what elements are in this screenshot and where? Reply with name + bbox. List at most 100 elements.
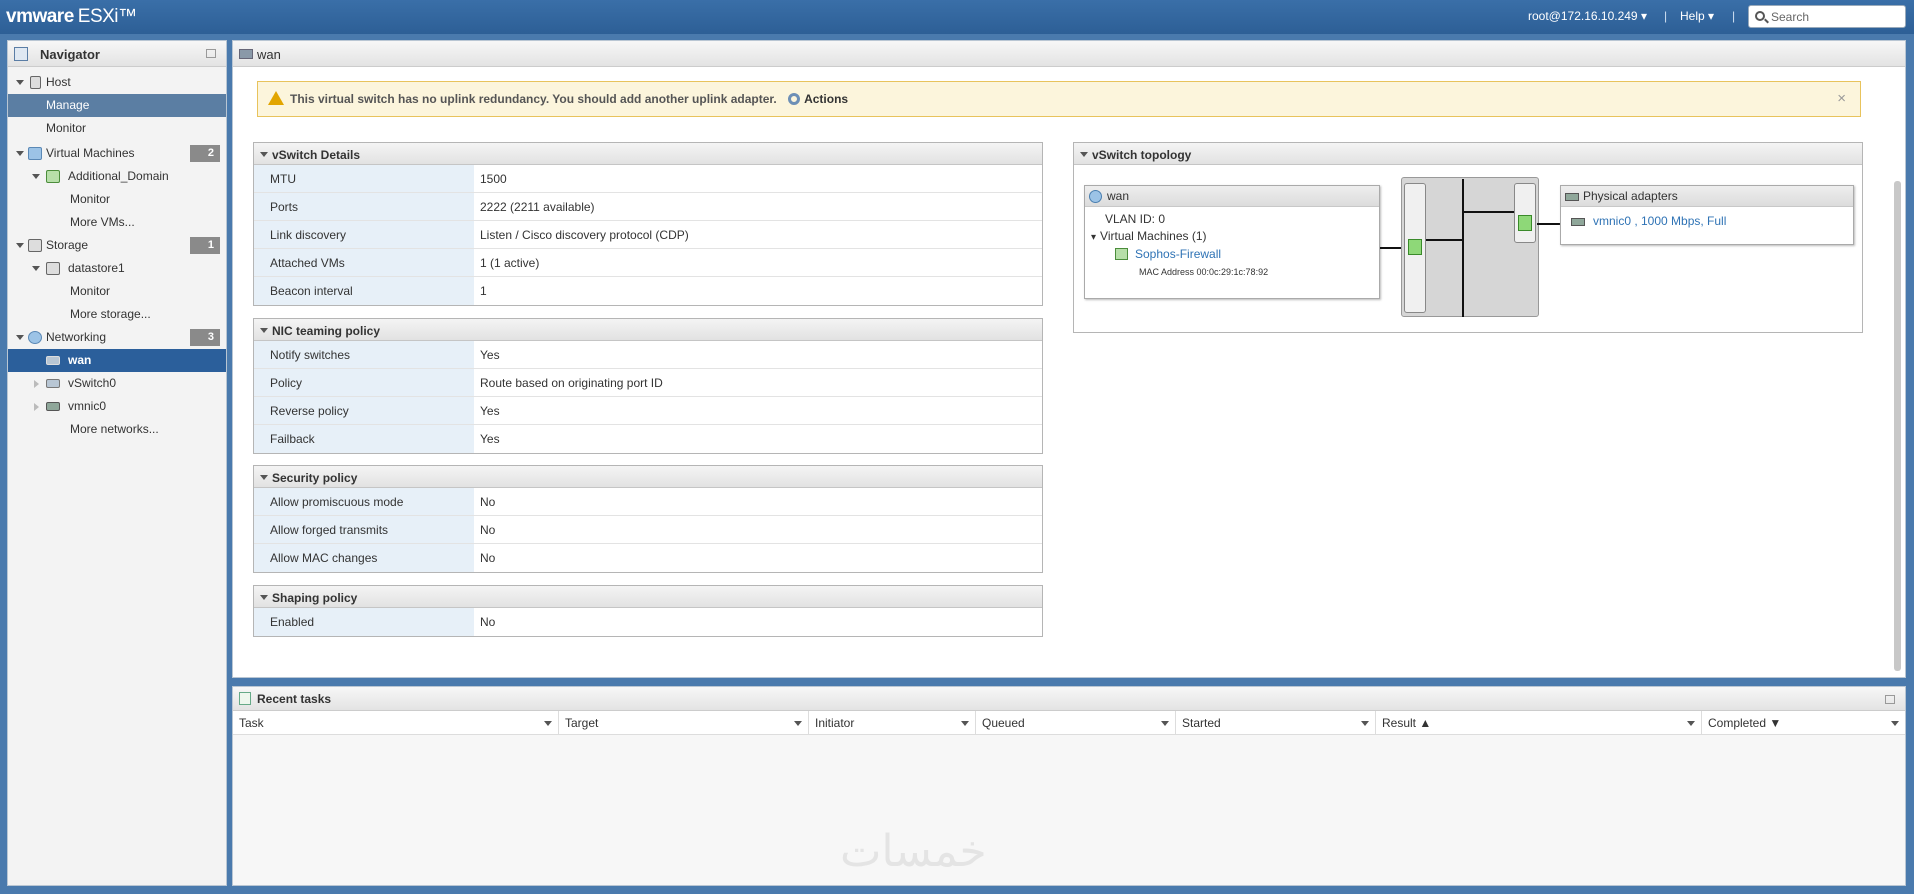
chevron-down-icon[interactable] — [544, 721, 552, 726]
nav-more-networks[interactable]: More networks... — [8, 418, 226, 441]
portgroup-title[interactable]: wan — [1085, 186, 1379, 207]
vswitch-topology-header[interactable]: vSwitch topology — [1074, 143, 1862, 165]
column-label: Completed ▼ — [1708, 716, 1782, 730]
vswitch-details-header[interactable]: vSwitch Details — [254, 143, 1042, 165]
column-completed[interactable]: Completed ▼ — [1702, 711, 1905, 734]
security-policy-header[interactable]: Security policy — [254, 466, 1042, 488]
chevron-down-icon[interactable] — [32, 266, 40, 271]
property-label: MTU — [254, 165, 474, 192]
networking-count-badge: 3 — [190, 329, 220, 346]
nav-wan[interactable]: wan — [8, 349, 226, 372]
chevron-down-icon[interactable] — [1361, 721, 1369, 726]
property-label: Policy — [254, 369, 474, 396]
recent-tasks-panel: Recent tasks Task Target Initiator Queue… — [232, 686, 1906, 886]
chevron-down-icon[interactable] — [16, 243, 24, 248]
shaping-policy-header[interactable]: Shaping policy — [254, 586, 1042, 608]
chevron-down-icon[interactable] — [1161, 721, 1169, 726]
nav-networking[interactable]: Networking 3 — [8, 326, 226, 349]
column-task[interactable]: Task — [233, 711, 559, 734]
nav-vm-monitor-label: Monitor — [70, 192, 111, 206]
property-value: No — [480, 615, 496, 629]
chevron-down-icon[interactable] — [16, 335, 24, 340]
uplink-port-column — [1514, 183, 1536, 243]
property-label: Allow promiscuous mode — [254, 488, 474, 515]
vswitch-icon — [46, 356, 60, 365]
user-menu[interactable]: root@172.16.10.249 ▾ — [1528, 9, 1647, 23]
nav-manage-label: Manage — [46, 98, 90, 112]
property-row: Attached VMs 1 (1 active) — [254, 249, 1042, 277]
property-row: Allow MAC changes No — [254, 544, 1042, 572]
nav-manage[interactable]: Manage — [8, 94, 226, 117]
chevron-down-icon[interactable] — [16, 80, 24, 85]
column-started[interactable]: Started — [1176, 711, 1376, 734]
nav-vswitch0[interactable]: vSwitch0 — [8, 372, 226, 395]
property-value: 1 — [480, 284, 487, 298]
property-row: MTU 1500 — [254, 165, 1042, 193]
nic-teaming-header[interactable]: NIC teaming policy — [254, 319, 1042, 341]
nav-vm-monitor[interactable]: Monitor — [8, 188, 226, 211]
adapter-link[interactable]: vmnic0 , 1000 Mbps, Full — [1593, 214, 1726, 228]
nav-virtual-machines[interactable]: Virtual Machines 2 — [8, 142, 226, 165]
connector-line — [1380, 247, 1402, 249]
column-label: Initiator — [815, 716, 855, 730]
nav-more-storage[interactable]: More storage... — [8, 303, 226, 326]
chevron-down-icon[interactable] — [260, 328, 268, 333]
property-row: Ports 2222 (2211 available) — [254, 193, 1042, 221]
nav-vm-additional-domain[interactable]: Additional_Domain — [8, 165, 226, 188]
column-target[interactable]: Target — [559, 711, 809, 734]
vm-entry[interactable]: Sophos-Firewall — [1105, 247, 1379, 261]
property-row: Allow promiscuous mode No — [254, 488, 1042, 516]
minimize-icon[interactable] — [1885, 695, 1895, 704]
vms-group[interactable]: ▾ Virtual Machines (1) — [1091, 229, 1365, 243]
column-result[interactable]: Result ▲ — [1376, 711, 1702, 734]
chevron-down-icon[interactable] — [1687, 721, 1695, 726]
chevron-right-icon[interactable] — [34, 403, 39, 411]
portgroup-box: wan VLAN ID: 0 ▾ Virtual Machines (1) Sop… — [1084, 185, 1380, 299]
nav-host[interactable]: Host — [8, 71, 226, 94]
column-queued[interactable]: Queued — [976, 711, 1176, 734]
chevron-down-icon[interactable] — [16, 151, 24, 156]
chevron-down-icon[interactable] — [961, 721, 969, 726]
property-row: Failback Yes — [254, 425, 1042, 453]
chevron-down-icon[interactable] — [260, 152, 268, 157]
physical-adapters-title: Physical adapters — [1561, 186, 1853, 207]
pane-title: vSwitch topology — [1092, 148, 1192, 162]
chevron-down-icon[interactable] — [1080, 152, 1088, 157]
nav-monitor[interactable]: Monitor — [8, 117, 226, 140]
scrollbar[interactable] — [1894, 181, 1901, 671]
search-input[interactable]: Search — [1748, 5, 1906, 28]
vswitch-details-pane: vSwitch Details MTU 1500 Ports 2222 (2211 a… — [253, 142, 1043, 306]
nav-storage-label: Storage — [46, 238, 89, 252]
nav-datastore-monitor[interactable]: Monitor — [8, 280, 226, 303]
close-icon[interactable]: × — [1837, 90, 1846, 107]
nav-monitor-label: Monitor — [46, 121, 87, 135]
minimize-icon[interactable] — [206, 49, 216, 58]
property-value: 1 (1 active) — [480, 256, 540, 270]
property-label: Notify switches — [254, 341, 474, 368]
column-initiator[interactable]: Initiator — [809, 711, 976, 734]
property-row: Beacon interval 1 — [254, 277, 1042, 305]
vms-group-label: Virtual Machines (1) — [1100, 229, 1207, 243]
nav-more-storage-label: More storage... — [70, 307, 151, 321]
user-label: root@172.16.10.249 — [1528, 9, 1638, 23]
nav-vmnic0[interactable]: vmnic0 — [8, 395, 226, 418]
tasks-column-headers: Task Target Initiator Queued Started Res… — [233, 711, 1905, 735]
navigator-icon — [14, 47, 28, 61]
help-menu[interactable]: Help ▾ — [1680, 9, 1714, 23]
chevron-down-icon[interactable] — [260, 475, 268, 480]
chevron-down-icon[interactable] — [260, 595, 268, 600]
property-row: Link discovery Listen / Cisco discovery p… — [254, 221, 1042, 249]
port-icon — [1518, 215, 1532, 231]
chevron-down-icon[interactable] — [32, 174, 40, 179]
nav-storage[interactable]: Storage 1 — [8, 234, 226, 257]
vm-link[interactable]: Sophos-Firewall — [1135, 247, 1221, 261]
nav-more-vms[interactable]: More VMs... — [8, 211, 226, 234]
chevron-down-icon[interactable] — [1891, 721, 1899, 726]
nav-datastore1[interactable]: datastore1 — [8, 257, 226, 280]
main-panel: wan This virtual switch has no uplink re… — [232, 40, 1906, 678]
chevron-down-icon[interactable] — [794, 721, 802, 726]
adapter-entry[interactable]: vmnic0 , 1000 Mbps, Full — [1561, 207, 1853, 228]
actions-button[interactable]: Actions — [788, 92, 848, 106]
chevron-right-icon[interactable] — [34, 380, 39, 388]
nic-icon — [46, 402, 60, 411]
